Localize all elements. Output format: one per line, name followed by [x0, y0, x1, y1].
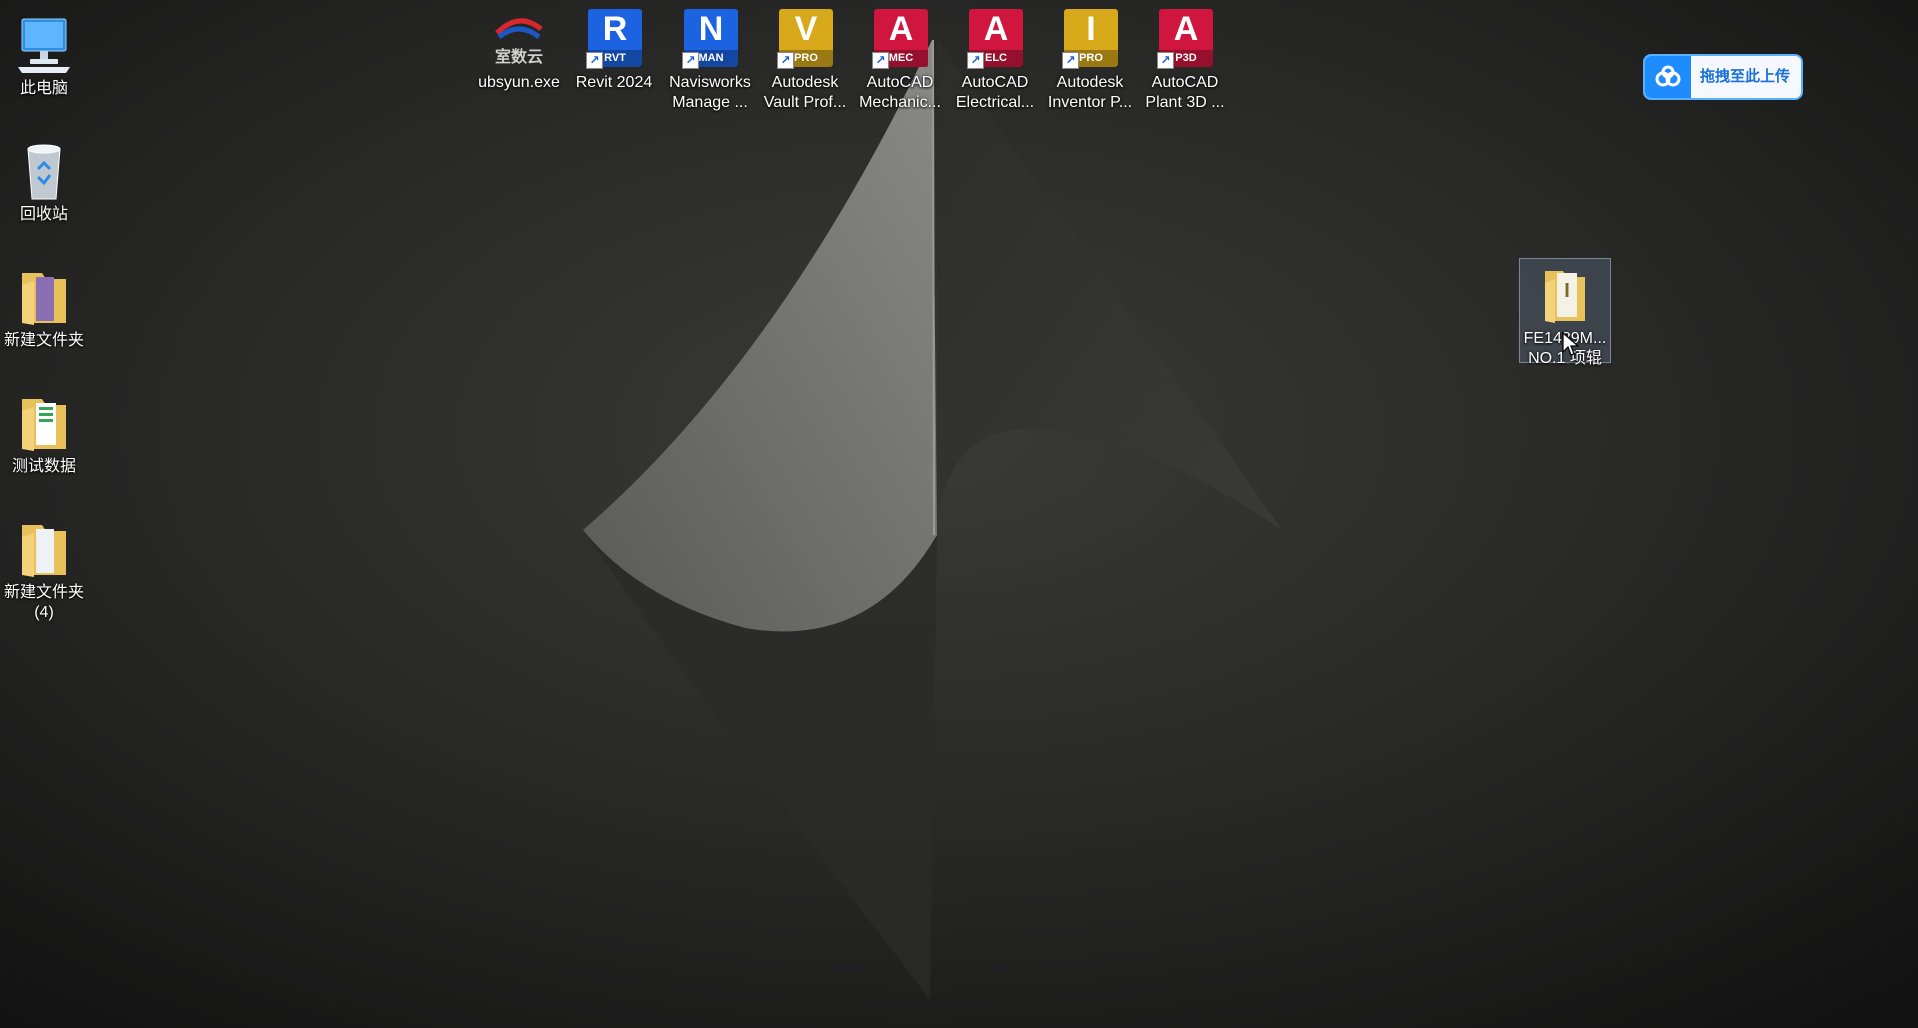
vault-icon: V PRO ↗: [773, 7, 837, 71]
cloud-upload-icon: [1645, 56, 1691, 98]
desktop-icon-this-pc[interactable]: 此电脑: [0, 8, 90, 100]
desktop-icon-autocad-plant3d[interactable]: A P3D ↗ AutoCAD Plant 3D ...: [1139, 2, 1231, 114]
tile-letter: A: [983, 10, 1009, 48]
navisworks-icon: N MAN ↗: [678, 7, 742, 71]
desktop-icon-label: 此电脑: [19, 80, 68, 97]
desktop-icon-label-line2: Electrical...: [955, 94, 1035, 111]
inventor-folder-icon: I: [1533, 263, 1597, 327]
desktop-icon-label-line2: Plant 3D ...: [1145, 94, 1225, 111]
desktop-icon-label: 测试数据: [11, 458, 76, 475]
desktop-icon-label: AutoCAD: [1151, 74, 1219, 91]
computer-icon: [12, 13, 76, 77]
desktop-icon-new-folder-4[interactable]: 新建文件夹 (4): [0, 512, 90, 624]
autocad-mechanical-icon: A MEC ↗: [868, 7, 932, 71]
desktop-icon-ubsyun[interactable]: 室数云 ubsyun.exe: [473, 2, 565, 94]
desktop-icon-label: Autodesk: [1056, 74, 1124, 91]
shortcut-arrow-icon: ↗: [586, 52, 603, 69]
shortcut-arrow-icon: ↗: [682, 52, 699, 69]
desktop-wallpaper: [0, 0, 1918, 1028]
desktop-icon-new-folder[interactable]: 新建文件夹: [0, 260, 90, 352]
desktop-icon-label-line2: Manage ...: [672, 94, 748, 111]
svg-text:I: I: [1564, 280, 1570, 302]
desktop-icon-autocad-mechanical[interactable]: A MEC ↗ AutoCAD Mechanic...: [854, 2, 946, 114]
shortcut-arrow-icon: ↗: [967, 52, 984, 69]
desktop-icon-label-line2: Inventor P...: [1047, 94, 1133, 111]
autocad-plant3d-icon: A P3D ↗: [1153, 7, 1217, 71]
shortcut-arrow-icon: ↗: [777, 52, 794, 69]
folder-icon: [12, 391, 76, 455]
desktop-icon-label: AutoCAD: [961, 74, 1029, 91]
desktop-icon-label: Navisworks: [669, 74, 751, 91]
folder-icon: [12, 517, 76, 581]
desktop-icon-label: 新建文件夹: [3, 584, 84, 601]
desktop-icon-autocad-electrical[interactable]: A ELC ↗ AutoCAD Electrical...: [949, 2, 1041, 114]
mouse-pointer-icon: [1562, 332, 1580, 356]
desktop-icon-test-data[interactable]: 测试数据: [0, 386, 90, 478]
desktop-icon-label: AutoCAD: [866, 74, 934, 91]
ubsyun-icon: 室数云: [487, 7, 551, 71]
desktop-icon-label-line2: Vault Prof...: [763, 94, 847, 111]
desktop-icon-navisworks[interactable]: N MAN ↗ Navisworks Manage ...: [664, 2, 756, 114]
tile-letter: V: [794, 10, 818, 48]
desktop-icon-label: 新建文件夹: [3, 332, 84, 349]
shortcut-arrow-icon: ↗: [1062, 52, 1079, 69]
desktop-icon-label-line2: Mechanic...: [859, 94, 941, 111]
desktop-icon-label: ubsyun.exe: [478, 74, 560, 91]
tile-letter: R: [602, 10, 628, 48]
ubsyun-logo-text: 室数云: [494, 49, 543, 66]
desktop-icon-label: Revit 2024: [575, 74, 653, 91]
recycle-bin-icon: [12, 139, 76, 203]
tile-letter: N: [698, 10, 724, 48]
shortcut-arrow-icon: ↗: [1157, 52, 1174, 69]
inventor-icon: I PRO ↗: [1058, 7, 1122, 71]
tile-letter: A: [888, 10, 914, 48]
tile-letter: I: [1086, 10, 1096, 48]
revit-icon: R RVT ↗: [582, 7, 646, 71]
desktop-icon-recycle-bin[interactable]: 回收站: [0, 134, 90, 226]
desktop-icon-revit[interactable]: R RVT ↗ Revit 2024: [568, 2, 660, 94]
desktop-icon-inventor[interactable]: I PRO ↗ Autodesk Inventor P...: [1044, 2, 1136, 114]
desktop-icon-label: Autodesk: [771, 74, 839, 91]
autocad-electrical-icon: A ELC ↗: [963, 7, 1027, 71]
desktop-icon-label: 回收站: [19, 206, 68, 223]
desktop-icon-vault[interactable]: V PRO ↗ Autodesk Vault Prof...: [759, 2, 851, 114]
drag-upload-label: 拖拽至此上传: [1700, 68, 1791, 85]
folder-icon: [12, 265, 76, 329]
drag-upload-button[interactable]: 拖拽至此上传: [1643, 54, 1803, 100]
desktop-icon-label-line2: (4): [34, 604, 54, 621]
shortcut-arrow-icon: ↗: [872, 52, 889, 69]
tile-letter: A: [1173, 10, 1199, 48]
